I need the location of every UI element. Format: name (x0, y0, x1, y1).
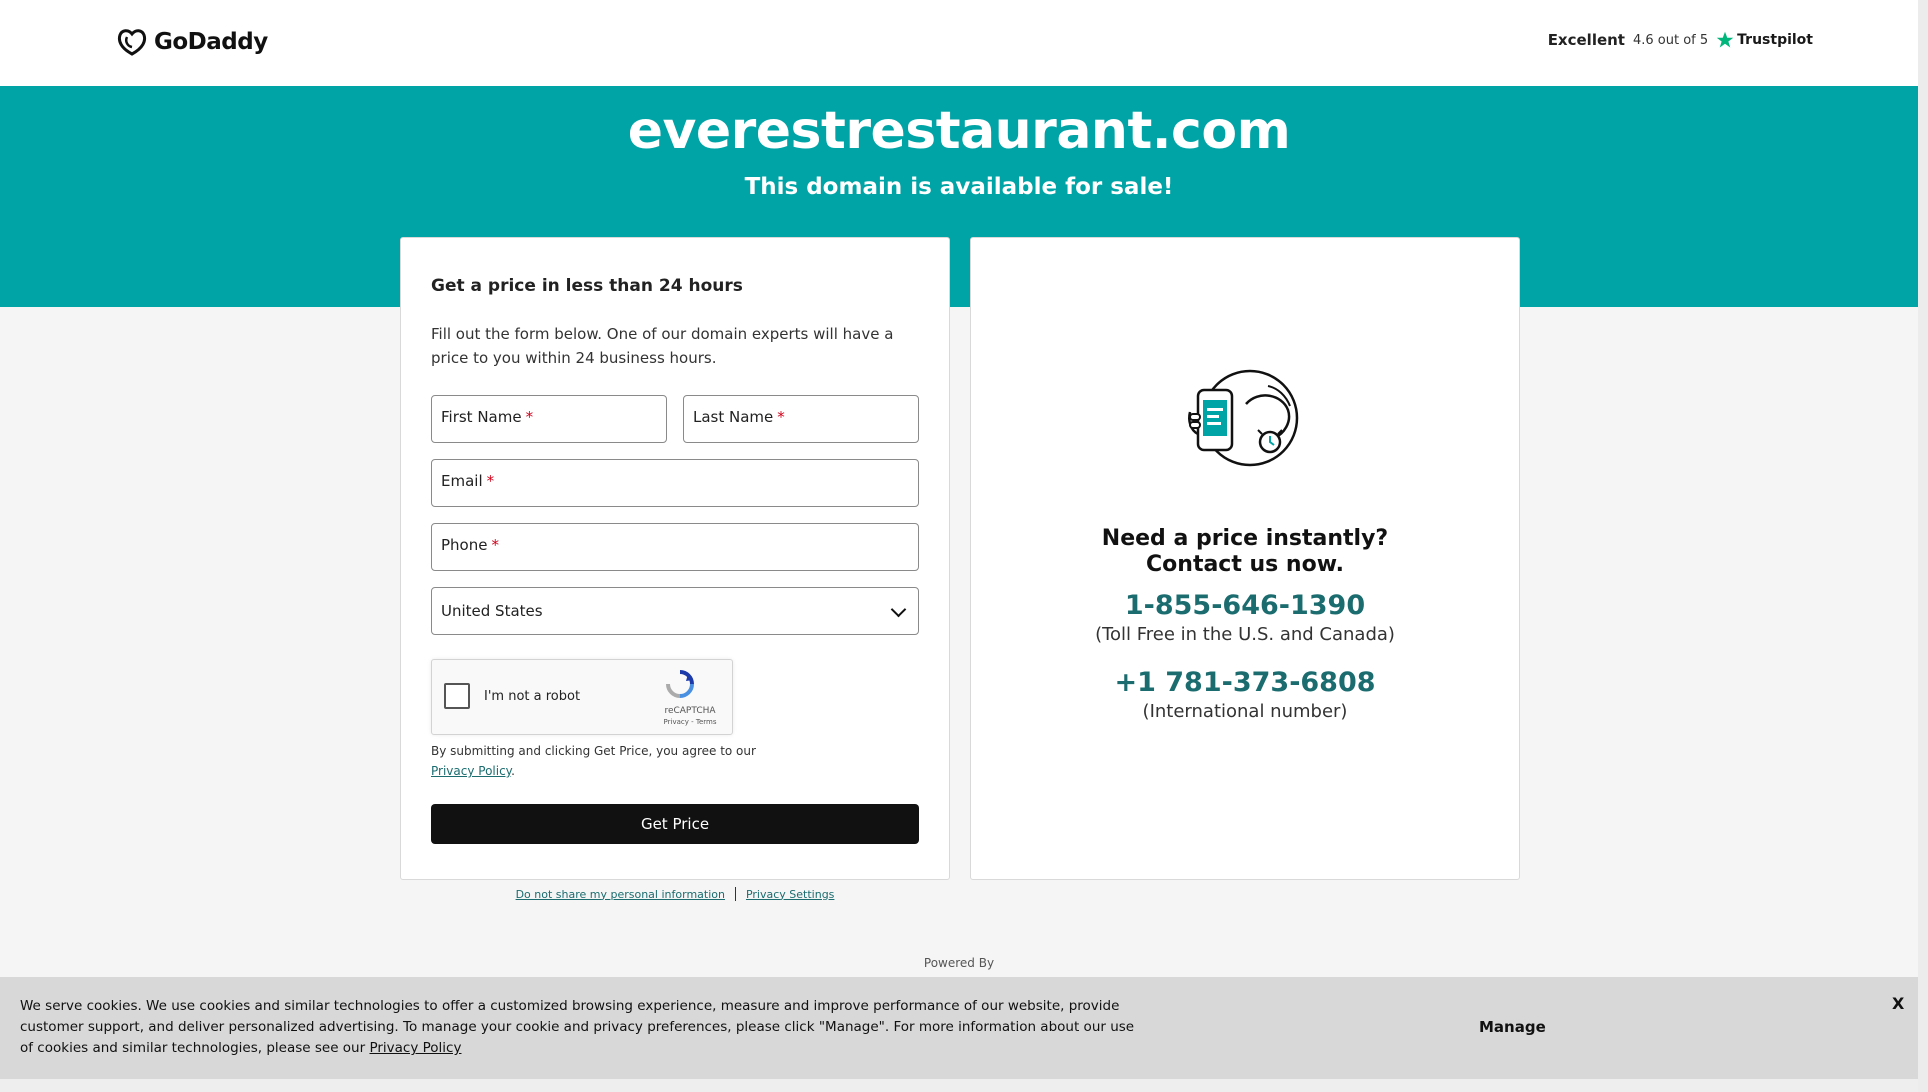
privacy-policy-link[interactable]: Privacy Policy (431, 764, 511, 778)
privacy-settings-link[interactable]: Privacy Settings (746, 888, 834, 901)
cookie-text: We serve cookies. We use cookies and sim… (20, 998, 1135, 1056)
last-name-label: Last Name * (693, 408, 785, 426)
recaptcha-widget: I'm not a robot reCAPTCHA Privacy - Term… (431, 659, 733, 735)
consent-text: By submitting and clicking Get Price, yo… (431, 744, 756, 778)
cookie-banner: We serve cookies. We use cookies and sim… (0, 977, 1918, 1079)
tollfree-phone-link[interactable]: 1-855-646-1390 (971, 590, 1519, 621)
logo-text: GoDaddy (154, 29, 268, 55)
godaddy-logo[interactable]: GoDaddy (116, 26, 268, 58)
phone-field[interactable]: Phone * (431, 523, 919, 571)
bottom-strip (0, 1079, 1918, 1092)
email-field[interactable]: Email * (431, 459, 919, 507)
contact-card: Need a price instantly? Contact us now. … (970, 237, 1520, 880)
do-not-share-link[interactable]: Do not share my personal information (516, 888, 725, 901)
first-name-field[interactable]: First Name * (431, 395, 667, 443)
trustpilot-label: Excellent (1547, 31, 1625, 49)
powered-by-text: Powered By (923, 956, 995, 970)
required-marker: * (491, 536, 499, 554)
international-note: (International number) (1142, 701, 1348, 722)
link-divider (734, 887, 736, 901)
trustpilot-rating: 4.6 out of 5 (1632, 32, 1709, 48)
phone-label: Phone * (441, 536, 499, 554)
top-header: GoDaddy Excellent 4.6 out of 5 Trustpilo… (0, 0, 1928, 86)
star-icon (1716, 31, 1734, 48)
trustpilot-widget[interactable]: Excellent 4.6 out of 5 Trustpilot (1548, 31, 1813, 49)
scrollbar[interactable] (1918, 0, 1928, 1092)
recaptcha-label: I'm not a robot (484, 689, 581, 704)
country-select[interactable]: United States (431, 587, 919, 635)
recaptcha-checkbox[interactable] (444, 683, 470, 709)
recaptcha-links[interactable]: Privacy - Terms (654, 718, 726, 726)
tollfree-note: (Toll Free in the U.S. and Canada) (1095, 624, 1395, 645)
close-icon[interactable]: X (1892, 994, 1904, 1013)
phone-support-illustration-icon (1188, 369, 1299, 467)
price-form-card: Get a price in less than 24 hours Fill o… (400, 237, 950, 880)
godaddy-logo-icon (117, 29, 147, 56)
form-description: Fill out the form below. One of our doma… (431, 325, 894, 367)
international-phone-link[interactable]: +1 781-373-6808 (971, 667, 1519, 698)
cookie-privacy-policy-link[interactable]: Privacy Policy (369, 1040, 461, 1056)
form-heading: Get a price in less than 24 hours (431, 276, 743, 296)
trustpilot-brand: Trustpilot (1716, 31, 1813, 49)
recaptcha-logo-icon (666, 670, 694, 698)
trustpilot-brand-text: Trustpilot (1737, 32, 1813, 48)
privacy-links: Do not share my personal information Pri… (400, 887, 950, 901)
required-marker: * (486, 472, 495, 490)
get-price-button[interactable]: Get Price (431, 804, 919, 844)
first-name-label: First Name * (441, 408, 534, 426)
last-name-field[interactable]: Last Name * (683, 395, 919, 443)
contact-heading: Need a price instantly? Contact us now. (1101, 526, 1389, 577)
sale-subtitle: This domain is available for sale! (744, 174, 1174, 200)
required-marker: * (525, 408, 534, 426)
required-marker: * (777, 408, 785, 426)
country-selected-value: United States (441, 602, 543, 620)
recaptcha-brand: reCAPTCHA (664, 706, 716, 716)
email-label: Email * (441, 472, 495, 490)
manage-cookies-button[interactable]: Manage (1479, 1018, 1546, 1036)
chevron-down-icon (890, 601, 907, 618)
domain-title: everestrestaurant.com (627, 101, 1291, 161)
